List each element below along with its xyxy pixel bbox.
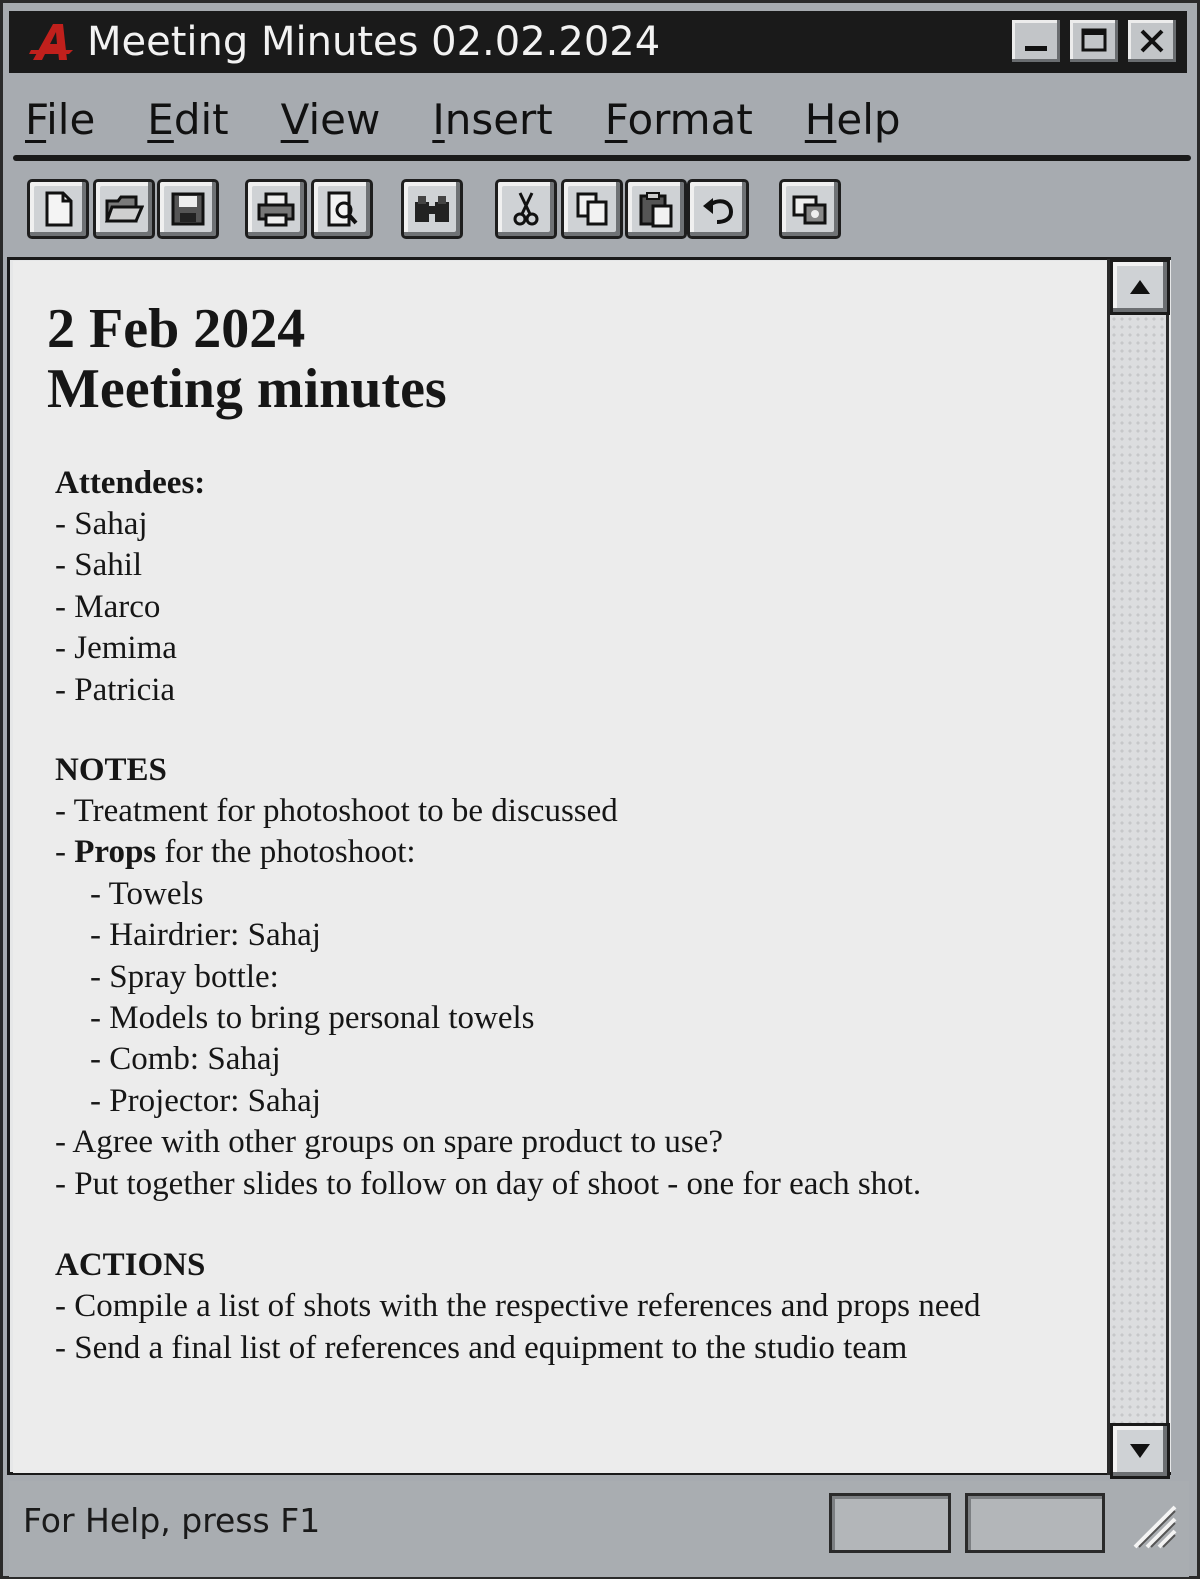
action-item: - Send a final list of references and eq… — [55, 1329, 908, 1366]
note-item-props: - Props for the photoshoot: — [55, 834, 416, 871]
scroll-down-arrow-icon[interactable] — [1110, 1423, 1170, 1479]
action-item: - Compile a list of shots with the respe… — [55, 1288, 981, 1325]
new-document-icon[interactable] — [27, 179, 89, 239]
print-preview-icon[interactable] — [311, 179, 373, 239]
prop-item: - Models to bring personal towels — [90, 1000, 535, 1037]
document-content[interactable]: 2 Feb 2024 Meeting minutes Attendees: - … — [47, 299, 1097, 1369]
find-icon[interactable] — [401, 179, 463, 239]
attendees-heading: Attendees: — [55, 465, 206, 501]
paste-icon[interactable] — [625, 179, 687, 239]
undo-icon[interactable] — [687, 179, 749, 239]
menu-format[interactable]: Format — [605, 95, 753, 144]
prop-item: - Projector: Sahaj — [90, 1082, 321, 1119]
attendee-item: - Marco — [55, 588, 161, 625]
document-title-date: 2 Feb 2024 — [47, 298, 306, 360]
window-title: Meeting Minutes 02.02.2024 — [87, 19, 661, 65]
prop-item: - Hairdrier: Sahaj — [90, 917, 321, 954]
close-icon[interactable] — [1125, 17, 1179, 65]
notes-heading: NOTES — [55, 752, 167, 789]
maximize-icon[interactable] — [1067, 17, 1121, 65]
print-icon[interactable] — [245, 179, 307, 239]
prop-item: - Spray bottle: — [90, 958, 279, 995]
menu-insert[interactable]: Insert — [432, 95, 552, 144]
attendee-item: - Jemima — [55, 630, 177, 667]
note-item: - Treatment for photoshoot to be discuss… — [55, 793, 618, 830]
title-bar[interactable]: Meeting Minutes 02.02.2024 — [9, 11, 1187, 73]
copy-icon[interactable] — [561, 179, 623, 239]
note-item: - Agree with other groups on spare produ… — [55, 1124, 724, 1161]
toolbar — [27, 179, 1187, 245]
menu-view[interactable]: View — [281, 95, 381, 144]
actions-heading: ACTIONS — [55, 1247, 206, 1284]
app-window: Meeting Minutes 02.02.2024 File Edit Vie… — [0, 0, 1200, 1579]
prop-item: - Comb: Sahaj — [90, 1041, 281, 1078]
cut-icon[interactable] — [495, 179, 557, 239]
insert-object-icon[interactable] — [779, 179, 841, 239]
app-logo-icon[interactable] — [27, 17, 81, 67]
menu-file[interactable]: File — [25, 95, 95, 144]
status-panel — [965, 1493, 1105, 1553]
open-folder-icon[interactable] — [93, 179, 155, 239]
attendee-item: - Sahaj — [55, 506, 148, 542]
minimize-icon[interactable] — [1009, 17, 1063, 65]
attendee-item: - Patricia — [55, 671, 176, 708]
menu-help[interactable]: Help — [805, 95, 901, 144]
resize-grip-icon[interactable] — [1125, 1497, 1177, 1549]
menu-divider — [13, 155, 1191, 161]
scroll-up-arrow-icon[interactable] — [1110, 259, 1170, 315]
document-title: Meeting minutes — [47, 358, 447, 420]
status-help-text: For Help, press F1 — [23, 1501, 321, 1540]
menu-bar: File Edit View Insert Format Help — [25, 87, 953, 151]
vertical-scrollbar[interactable] — [1107, 259, 1170, 1479]
document-editor[interactable]: 2 Feb 2024 Meeting minutes Attendees: - … — [13, 261, 1107, 1473]
status-bar: For Help, press F1 — [9, 1481, 1189, 1577]
note-item: - Put together slides to follow on day o… — [55, 1165, 922, 1202]
attendee-item: - Sahil — [55, 547, 143, 584]
menu-edit[interactable]: Edit — [147, 95, 228, 144]
window-controls — [1009, 17, 1179, 65]
status-panel — [829, 1493, 951, 1553]
prop-item: - Towels — [90, 875, 204, 912]
save-icon[interactable] — [157, 179, 219, 239]
